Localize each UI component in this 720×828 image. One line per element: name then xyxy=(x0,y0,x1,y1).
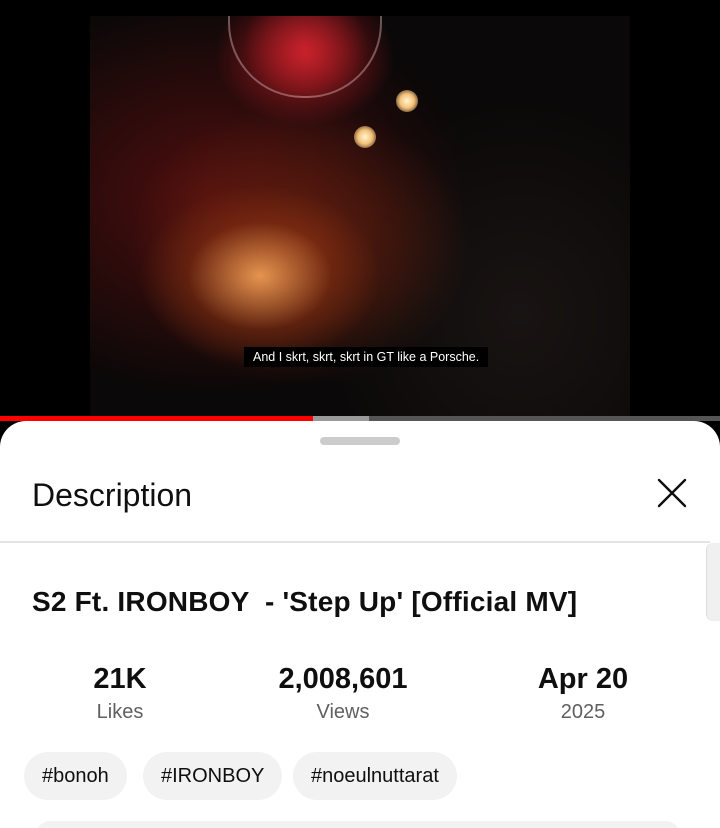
description-sheet: Description S2 Ft. IRONBOY - 'Step Up' [… xyxy=(0,421,720,828)
disco-ball-light xyxy=(228,16,382,98)
stage-light xyxy=(396,90,418,112)
scrollbar[interactable] xyxy=(706,543,720,621)
hashtag-chip[interactable]: #noeulnuttarat xyxy=(293,752,457,800)
upload-date-stat: Apr 20 2025 xyxy=(493,661,673,725)
likes-label: Likes xyxy=(96,701,144,723)
likes-stat: 21K Likes xyxy=(30,661,210,725)
video-title: S2 Ft. IRONBOY - 'Step Up' [Official MV] xyxy=(32,586,578,617)
next-section-card xyxy=(36,821,680,828)
likes-count: 21K xyxy=(93,663,147,695)
close-icon xyxy=(657,478,687,508)
upload-date: Apr 20 xyxy=(537,663,629,695)
caption-text: And I skrt, skrt, skrt in GT like a Pors… xyxy=(244,347,489,367)
video-player[interactable]: And I skrt, skrt, skrt in GT like a Pors… xyxy=(0,0,720,421)
close-button[interactable] xyxy=(648,469,696,517)
views-label: Views xyxy=(316,701,370,723)
hashtag-chip[interactable]: #bonoh xyxy=(24,752,127,800)
drag-handle[interactable] xyxy=(320,437,400,445)
views-stat: 2,008,601 Views xyxy=(253,661,433,725)
sheet-title: Description xyxy=(32,477,193,513)
hashtag-chip[interactable]: #IRONBOY xyxy=(143,752,283,800)
views-count: 2,008,601 xyxy=(278,663,408,695)
upload-year: 2025 xyxy=(560,701,606,723)
stage-light xyxy=(354,126,376,148)
divider xyxy=(0,541,710,543)
